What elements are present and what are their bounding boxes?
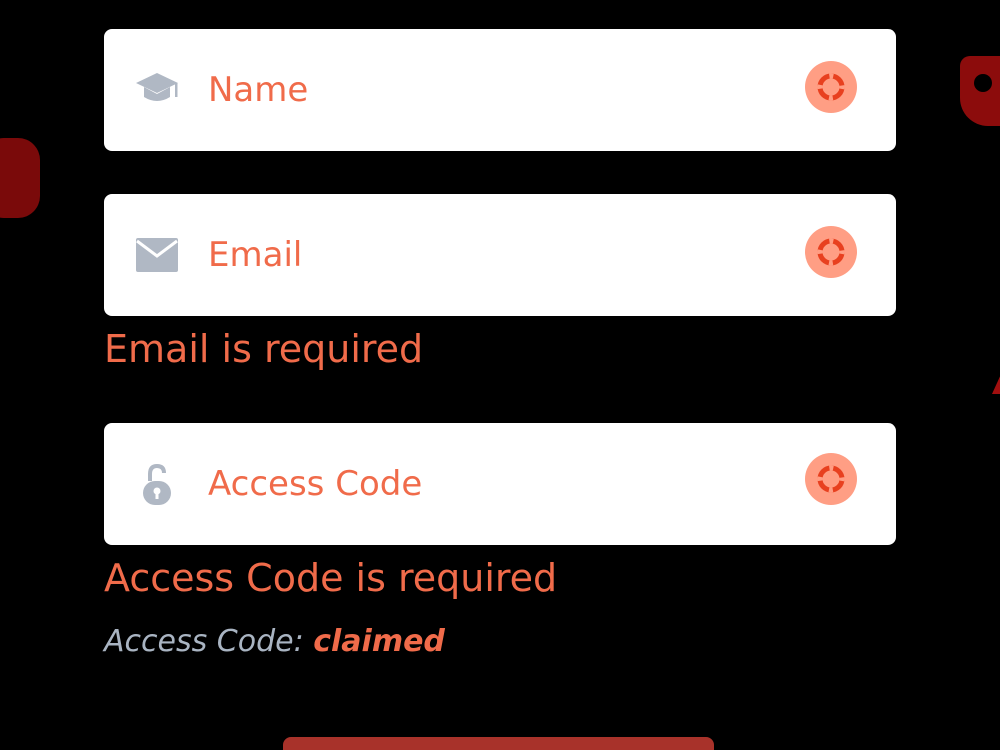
access-code-status-label: Access Code:: [104, 624, 304, 659]
lifebuoy-icon: [817, 465, 845, 493]
background-shape-right-top: [960, 56, 1000, 126]
access-code-input[interactable]: [208, 453, 788, 515]
lifebuoy-icon: [817, 73, 845, 101]
graduation-cap-icon: [134, 69, 180, 111]
name-help-button[interactable]: [805, 61, 857, 113]
access-code-status-value: claimed: [313, 624, 445, 659]
email-field: [104, 194, 896, 316]
access-code-error-message: Access Code is required: [104, 556, 558, 600]
name-input[interactable]: [208, 59, 788, 121]
email-help-button[interactable]: [805, 226, 857, 278]
email-error-message: Email is required: [104, 327, 424, 371]
access-code-field: [104, 423, 896, 545]
access-code-help-button[interactable]: [805, 453, 857, 505]
envelope-icon: [134, 234, 180, 276]
access-code-status: Access Code: claimed: [104, 624, 445, 659]
unlock-icon: [134, 461, 180, 505]
background-shape-left: [0, 138, 40, 218]
lifebuoy-icon: [817, 238, 845, 266]
email-input[interactable]: [208, 224, 788, 286]
submit-button[interactable]: [283, 737, 714, 750]
name-field: [104, 29, 896, 151]
background-shape-right-mid: [992, 372, 1000, 394]
